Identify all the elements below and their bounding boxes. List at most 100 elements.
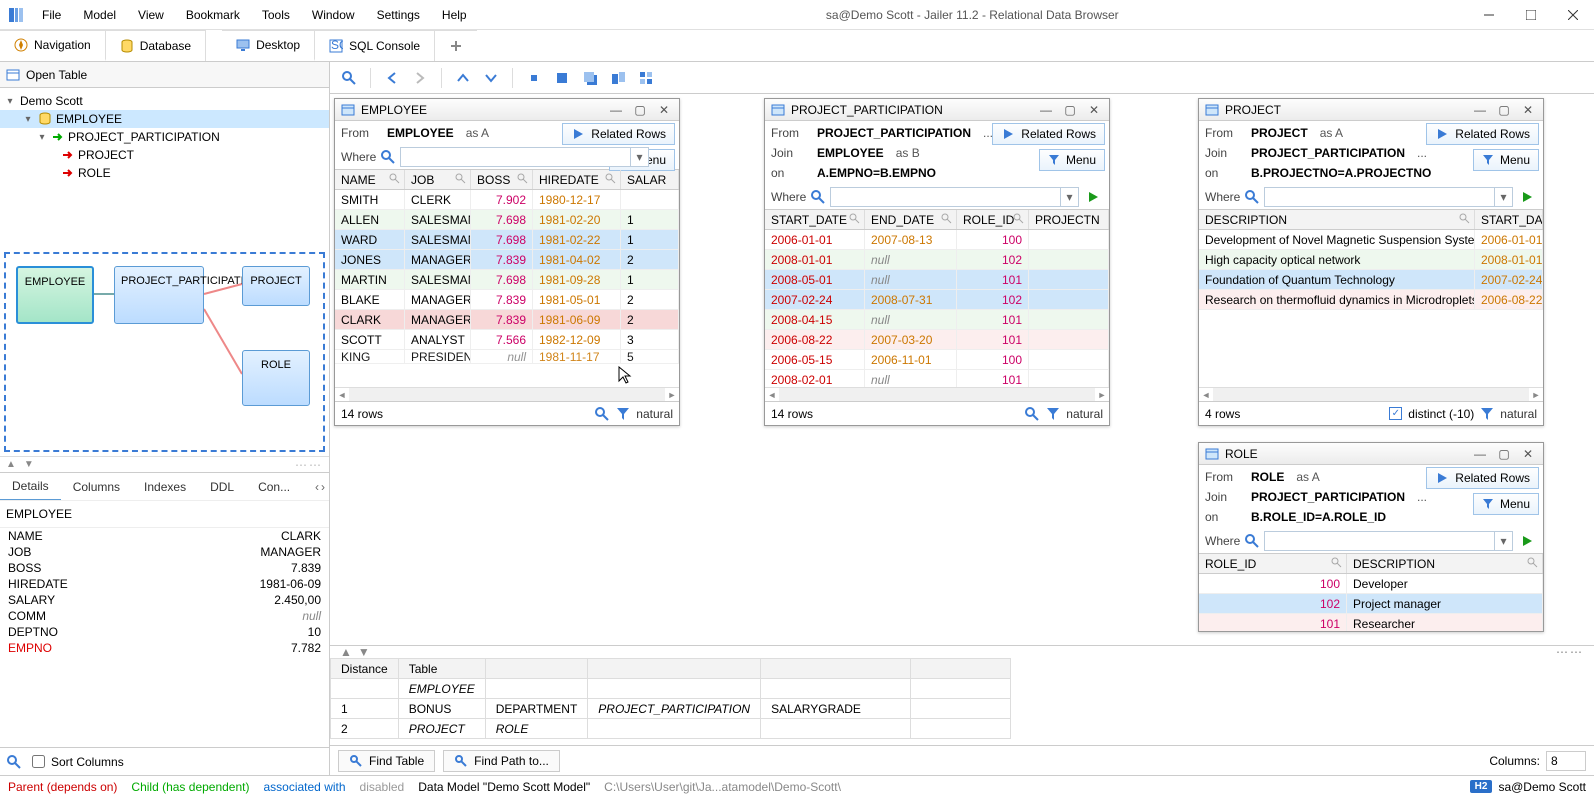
table-row[interactable]: ALLENSALESMAN7.6981981-02-201 <box>335 210 679 230</box>
table-row[interactable]: SMITHCLERK7.9021980-12-17 <box>335 190 679 210</box>
win-minimize-icon[interactable]: — <box>1471 447 1489 461</box>
table-row[interactable]: JONESMANAGER7.8391981-04-022 <box>335 250 679 270</box>
win-close-icon[interactable]: ✕ <box>1519 447 1537 461</box>
nav-up-button[interactable] <box>452 67 474 89</box>
detail-tab-indexes[interactable]: Indexes <box>132 474 198 500</box>
col-table[interactable]: Table <box>398 659 485 679</box>
win-maximize-icon[interactable]: ▢ <box>631 103 649 117</box>
search-icon[interactable] <box>1458 212 1472 226</box>
where-go-button[interactable] <box>1517 187 1537 207</box>
table-row[interactable]: 1BONUSDEPARTMENTPROJECT_PARTICIPATIONSAL… <box>331 699 1011 719</box>
detail-tab-columns[interactable]: Columns <box>61 474 132 500</box>
table-row[interactable]: MARTINSALESMAN7.6981981-09-281 <box>335 270 679 290</box>
menu-window[interactable]: Window <box>302 4 365 26</box>
sort-columns-checkbox[interactable] <box>32 755 45 768</box>
tree-root[interactable]: ▾ Demo Scott <box>0 92 329 110</box>
dropdown-icon[interactable]: ▾ <box>1494 188 1512 206</box>
win-close-icon[interactable]: ✕ <box>1085 103 1103 117</box>
search-icon[interactable] <box>1330 556 1344 570</box>
find-path-button[interactable]: Find Path to... <box>443 750 560 772</box>
tab-sql-console[interactable]: SQL SQL Console <box>315 30 435 61</box>
up-arrow-icon[interactable]: ▲ <box>6 459 16 470</box>
win-maximize-icon[interactable]: ▢ <box>1061 103 1079 117</box>
where-go-button[interactable] <box>1517 531 1537 551</box>
where-input[interactable]: ▾ <box>830 187 1079 207</box>
win-role[interactable]: ROLE — ▢ ✕ FromROLEas A JoinPROJECT_PART… <box>1198 442 1544 632</box>
win-minimize-icon[interactable]: — <box>1037 103 1055 117</box>
menu-tools[interactable]: Tools <box>252 4 300 26</box>
search-icon[interactable] <box>6 754 22 770</box>
tree-twisty-icon[interactable]: ▾ <box>4 96 16 107</box>
table-row[interactable]: 100Developer <box>1199 574 1543 594</box>
col-distance[interactable]: Distance <box>331 659 399 679</box>
win-minimize-icon[interactable]: — <box>1471 103 1489 117</box>
schema-map[interactable]: EMPLOYEE PROJECT_PARTICIPATION PROJECT R… <box>4 252 325 452</box>
table-row[interactable]: Development of Novel Magnetic Suspension… <box>1199 230 1543 250</box>
win-pp[interactable]: PROJECT_PARTICIPATION — ▢ ✕ FromPROJECT_… <box>764 98 1110 426</box>
table-row[interactable]: EMPLOYEE <box>331 679 1011 699</box>
table-row[interactable]: Research on thermofluid dynamics in Micr… <box>1199 290 1543 310</box>
table-row[interactable]: BLAKEMANAGER7.8391981-05-012 <box>335 290 679 310</box>
open-table-bar[interactable]: Open Table <box>0 62 329 88</box>
detail-tab-constraints[interactable]: Con... <box>246 474 302 500</box>
funnel-icon[interactable] <box>1480 407 1494 421</box>
search-icon[interactable] <box>940 212 954 226</box>
search-icon[interactable] <box>1244 533 1260 549</box>
schema-node-pp[interactable]: PROJECT_PARTICIPATION <box>114 266 204 324</box>
tree-item-pp[interactable]: ▾ PROJECT_PARTICIPATION <box>0 128 329 146</box>
table-row[interactable]: 2PROJECTROLE <box>331 719 1011 739</box>
table-row[interactable]: CLARKMANAGER7.8391981-06-092 <box>335 310 679 330</box>
tab-desktop[interactable]: Desktop <box>222 30 315 61</box>
layout-5-button[interactable] <box>635 67 657 89</box>
where-input[interactable]: ▾ <box>1264 187 1513 207</box>
tabs-scroll-left-icon[interactable]: ‹ <box>315 480 319 494</box>
dropdown-icon[interactable]: ▾ <box>630 148 648 166</box>
win-employee-title[interactable]: EMPLOYEE — ▢ ✕ <box>335 99 679 121</box>
table-row[interactable]: 2008-05-01null101 <box>765 270 1109 290</box>
tree-item-role[interactable]: ROLE <box>0 164 329 182</box>
schema-node-employee[interactable]: EMPLOYEE <box>16 266 94 324</box>
table-row[interactable]: 101Researcher <box>1199 614 1543 631</box>
menu-help[interactable]: Help <box>432 4 477 26</box>
tab-navigation[interactable]: Navigation <box>0 30 106 61</box>
tab-database[interactable]: Database <box>106 30 206 61</box>
menu-button[interactable]: Menu <box>1473 149 1539 171</box>
window-minimize-button[interactable] <box>1468 0 1510 30</box>
distinct-checkbox[interactable]: ✓ <box>1389 407 1402 420</box>
tree-twisty-icon[interactable]: ▾ <box>36 132 48 143</box>
search-icon[interactable] <box>848 212 862 226</box>
table-row[interactable]: WARDSALESMAN7.6981981-02-221 <box>335 230 679 250</box>
search-icon[interactable] <box>1012 212 1026 226</box>
find-table-button[interactable]: Find Table <box>338 750 435 772</box>
search-icon[interactable] <box>810 189 826 205</box>
mode-label[interactable]: natural <box>1500 407 1537 421</box>
detail-tab-details[interactable]: Details <box>0 473 61 501</box>
window-maximize-button[interactable] <box>1510 0 1552 30</box>
win-maximize-icon[interactable]: ▢ <box>1495 447 1513 461</box>
table-row[interactable]: High capacity optical network2008-01-01 <box>1199 250 1543 270</box>
search-icon[interactable] <box>388 172 402 186</box>
menu-button[interactable]: Menu <box>1473 493 1539 515</box>
where-go-button[interactable] <box>1083 187 1103 207</box>
down-arrow-icon[interactable]: ▼ <box>24 459 34 470</box>
pp-grid[interactable]: START_DATE END_DATE ROLE_ID PROJECTN 200… <box>765 209 1109 401</box>
related-rows-button[interactable]: Related Rows <box>1426 467 1539 489</box>
table-row[interactable]: 2006-05-152006-11-01100 <box>765 350 1109 370</box>
tabs-scroll-right-icon[interactable]: › <box>321 480 325 494</box>
window-close-button[interactable] <box>1552 0 1594 30</box>
related-rows-button[interactable]: Related Rows <box>992 123 1105 145</box>
layout-1-button[interactable] <box>523 67 545 89</box>
related-rows-button[interactable]: Related Rows <box>562 123 675 145</box>
search-icon[interactable] <box>594 406 610 422</box>
menu-bookmark[interactable]: Bookmark <box>176 4 250 26</box>
funnel-icon[interactable] <box>616 407 630 421</box>
distance-table[interactable]: Distance Table EMPLOYEE1BONUSDEPARTMENTP… <box>330 658 1594 745</box>
role-grid[interactable]: ROLE_ID DESCRIPTION 100Developer102Proje… <box>1199 553 1543 631</box>
funnel-icon[interactable] <box>1046 407 1060 421</box>
win-minimize-icon[interactable]: — <box>607 103 625 117</box>
dropdown-icon[interactable]: ▾ <box>1494 532 1512 550</box>
search-icon[interactable] <box>380 149 396 165</box>
tree-item-employee[interactable]: ▾ EMPLOYEE <box>0 110 329 128</box>
win-maximize-icon[interactable]: ▢ <box>1495 103 1513 117</box>
mode-label[interactable]: natural <box>636 407 673 421</box>
